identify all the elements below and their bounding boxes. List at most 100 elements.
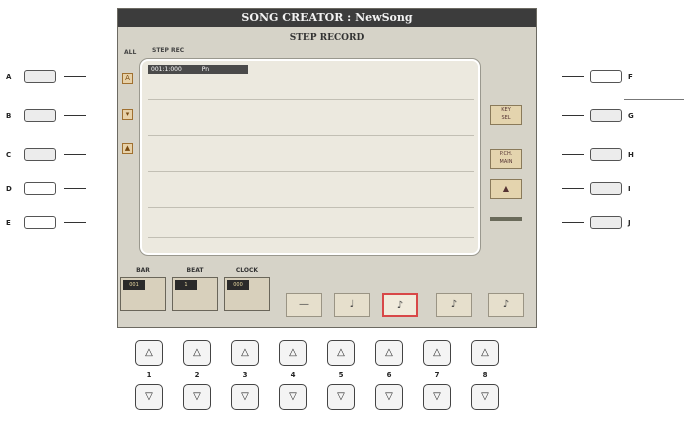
side-label-g: G — [628, 112, 634, 120]
triangle-down-icon: ▽ — [193, 391, 201, 402]
side-button-f[interactable] — [590, 70, 622, 83]
button-number-label: 2 — [194, 371, 200, 379]
side-label-c: C — [6, 151, 12, 159]
side-button-c[interactable] — [24, 148, 56, 161]
button-number-label: 1 — [146, 371, 152, 379]
connector-line — [64, 115, 86, 116]
pointer-line — [624, 99, 684, 100]
connector-line — [64, 222, 86, 223]
note-button[interactable]: ♩ — [334, 293, 370, 317]
beat-label: BEAT — [186, 267, 204, 274]
triangle-down-button-1[interactable]: ▽ — [135, 384, 163, 410]
side-label-h: H — [628, 151, 634, 159]
note-button[interactable]: ♪ — [488, 293, 524, 317]
connector-line — [562, 154, 584, 155]
event-list[interactable]: 001:1:000 Pn — [140, 59, 480, 255]
connector-line — [64, 188, 86, 189]
bar-label: BAR — [136, 267, 150, 274]
select-toggle-icon[interactable]: ▲ — [122, 143, 133, 154]
side-button-h[interactable] — [590, 148, 622, 161]
clock-value: 000 — [227, 280, 249, 290]
triangle-up-icon: △ — [385, 347, 393, 358]
triangle-up-button-8[interactable]: △ — [471, 340, 499, 366]
scroll-up-button[interactable]: ▲ — [490, 179, 522, 199]
list-row-divider — [148, 207, 474, 208]
connector-line — [562, 76, 584, 77]
list-row-divider — [148, 237, 474, 238]
triangle-up-button-7[interactable]: △ — [423, 340, 451, 366]
side-button-b[interactable] — [24, 109, 56, 122]
triangle-down-icon: ▽ — [337, 391, 345, 402]
triangle-up-button-3[interactable]: △ — [231, 340, 259, 366]
lcd-screen: SONG CREATOR : NewSong STEP RECORD ALL S… — [117, 8, 537, 328]
all-toggle-icon[interactable]: A — [122, 73, 133, 84]
all-label: ALL — [124, 49, 137, 56]
side-button-g[interactable] — [590, 109, 622, 122]
event-position: 001:1:000 — [151, 66, 182, 73]
beat-dial[interactable]: 1 — [172, 277, 218, 311]
triangle-down-icon: ▽ — [145, 391, 153, 402]
button-number-label: 5 — [338, 371, 344, 379]
side-button-i[interactable] — [590, 182, 622, 195]
note-button[interactable]: ♪ — [436, 293, 472, 317]
connector-line — [562, 188, 584, 189]
triangle-down-button-7[interactable]: ▽ — [423, 384, 451, 410]
triangle-down-button-8[interactable]: ▽ — [471, 384, 499, 410]
side-label-j: J — [628, 219, 631, 227]
triangle-up-button-1[interactable]: △ — [135, 340, 163, 366]
side-button-a[interactable] — [24, 70, 56, 83]
program-change-button[interactable]: P.CH. MAIN — [490, 149, 522, 169]
bar-dial[interactable]: 001 — [120, 277, 166, 311]
triangle-up-icon: △ — [337, 347, 345, 358]
triangle-down-icon: ▽ — [481, 391, 489, 402]
triangle-down-button-4[interactable]: ▽ — [279, 384, 307, 410]
triangle-up-icon: △ — [433, 347, 441, 358]
steprec-label: STEP REC — [152, 47, 185, 54]
connector-line — [562, 115, 584, 116]
button-number-label: 3 — [242, 371, 248, 379]
triangle-down-icon: ▽ — [241, 391, 249, 402]
triangle-down-icon: ▽ — [385, 391, 393, 402]
side-label-i: I — [628, 185, 631, 193]
triangle-up-button-4[interactable]: △ — [279, 340, 307, 366]
key-select-button[interactable]: KEY SEL — [490, 105, 522, 125]
page-subtitle: STEP RECORD — [289, 33, 365, 43]
connector-line — [64, 76, 86, 77]
event-type: Pn — [201, 66, 210, 73]
triangle-down-button-6[interactable]: ▽ — [375, 384, 403, 410]
button-number-label: 6 — [386, 371, 392, 379]
triangle-up-button-5[interactable]: △ — [327, 340, 355, 366]
side-button-d[interactable] — [24, 182, 56, 195]
side-button-j[interactable] — [590, 216, 622, 229]
triangle-up-icon: △ — [289, 347, 297, 358]
triangle-down-button-5[interactable]: ▽ — [327, 384, 355, 410]
triangle-up-icon: △ — [481, 347, 489, 358]
note-button-selected[interactable]: ♪ — [382, 293, 418, 317]
side-button-e[interactable] — [24, 216, 56, 229]
button-number-label: 4 — [290, 371, 296, 379]
clock-dial[interactable]: 000 — [224, 277, 270, 311]
connector-line — [64, 154, 86, 155]
button-number-label: 7 — [434, 371, 440, 379]
triangle-down-button-2[interactable]: ▽ — [183, 384, 211, 410]
list-row-divider — [148, 99, 474, 100]
list-row-divider — [148, 135, 474, 136]
connector-line — [562, 222, 584, 223]
window-title: SONG CREATOR : NewSong — [118, 9, 536, 27]
side-label-a: A — [6, 73, 12, 81]
triangle-up-icon: △ — [145, 347, 153, 358]
button-number-label: 8 — [482, 371, 488, 379]
filter-toggle-icon[interactable]: ▾ — [122, 109, 133, 120]
clock-label: CLOCK — [235, 267, 259, 274]
side-label-d: D — [6, 185, 12, 193]
list-row-divider — [148, 171, 474, 172]
side-label-b: B — [6, 112, 12, 120]
triangle-up-icon: △ — [241, 347, 249, 358]
triangle-down-icon: ▽ — [289, 391, 297, 402]
separator-bar — [490, 217, 522, 221]
note-button[interactable]: — — [286, 293, 322, 317]
triangle-up-button-6[interactable]: △ — [375, 340, 403, 366]
triangle-down-button-3[interactable]: ▽ — [231, 384, 259, 410]
triangle-up-button-2[interactable]: △ — [183, 340, 211, 366]
event-list-header[interactable]: 001:1:000 Pn — [148, 65, 248, 74]
